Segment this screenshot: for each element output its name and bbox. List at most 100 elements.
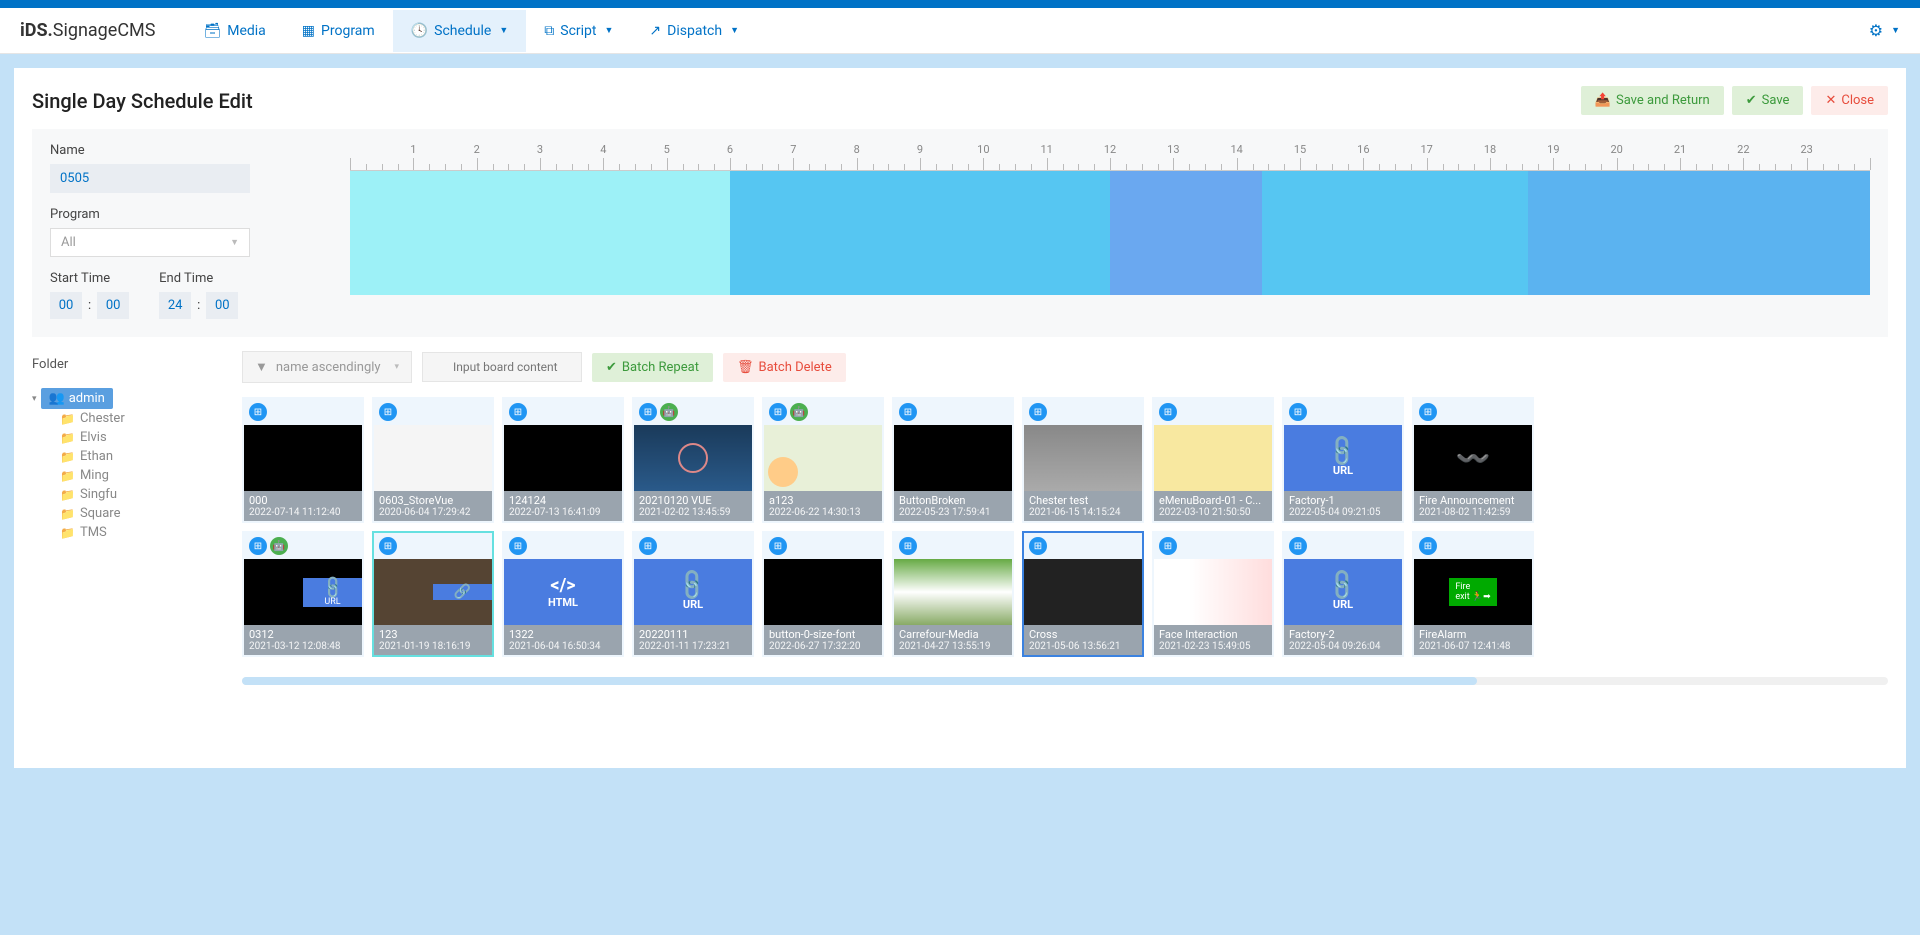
- timeline-block[interactable]: [730, 171, 1110, 295]
- card-badges: ⊞: [1154, 399, 1272, 425]
- program-select[interactable]: All▼: [50, 228, 250, 257]
- card-date: 2021-02-23 15:49:05: [1159, 641, 1267, 652]
- name-label: Name: [50, 143, 320, 158]
- nav-schedule-label: Schedule: [434, 23, 491, 39]
- close-button[interactable]: ✕Close: [1811, 86, 1888, 115]
- card-badges: ⊞🤖: [244, 533, 362, 559]
- tree-caret-icon[interactable]: ▾: [32, 394, 37, 404]
- end-hour-input[interactable]: [159, 292, 191, 319]
- batch-delete-button[interactable]: 🗑Batch Delete: [723, 353, 846, 382]
- start-min-input[interactable]: [97, 292, 129, 319]
- program-card[interactable]: ⊞🤖🔗URL03122021-03-12 12:08:48: [242, 531, 364, 657]
- program-card[interactable]: ⊞〰️Fire Announcement2021-08-02 11:42:59: [1412, 397, 1534, 523]
- windows-icon: ⊞: [769, 403, 787, 421]
- card-name: 124124: [509, 494, 617, 507]
- timeline-block[interactable]: [1262, 171, 1528, 295]
- brand-light: SignageCMS: [53, 20, 156, 41]
- program-card[interactable]: ⊞0002022-07-14 11:12:40: [242, 397, 364, 523]
- timeline-block[interactable]: [1528, 171, 1870, 295]
- program-card[interactable]: ⊞button-0-size-font2022-06-27 17:32:20: [762, 531, 884, 657]
- tree-child-square[interactable]: 📁Square: [60, 504, 222, 523]
- program-card[interactable]: ⊞0603_StoreVue2020-06-04 17:29:42: [372, 397, 494, 523]
- brand-logo[interactable]: iDS.SignageCMS: [20, 20, 155, 41]
- card-date: 2020-06-04 17:29:42: [379, 507, 487, 518]
- windows-icon: ⊞: [899, 537, 917, 555]
- card-date: 2021-06-15 14:15:24: [1029, 507, 1137, 518]
- horizontal-scrollbar[interactable]: [242, 677, 1888, 685]
- windows-icon: ⊞: [769, 537, 787, 555]
- start-hour-input[interactable]: [50, 292, 82, 319]
- tree-child-elvis[interactable]: 📁Elvis: [60, 428, 222, 447]
- nav-items: 🗃Media ▦Program 🕓Schedule▼ ⧉Script▼ ↗Dis…: [185, 10, 757, 52]
- program-card[interactable]: ⊞🔗1232021-01-19 18:16:19: [372, 531, 494, 657]
- chevron-down-icon[interactable]: ▼: [1891, 25, 1900, 36]
- tree-child-ethan[interactable]: 📁Ethan: [60, 447, 222, 466]
- ruler-hour-label: 15: [1294, 143, 1306, 156]
- program-card[interactable]: ⊞Cross2021-05-06 13:56:21: [1022, 531, 1144, 657]
- ruler-hour-label: 23: [1800, 143, 1812, 156]
- timeline-block[interactable]: [350, 171, 730, 295]
- ruler-hour-label: 18: [1484, 143, 1496, 156]
- navbar: iDS.SignageCMS 🗃Media ▦Program 🕓Schedule…: [0, 8, 1920, 54]
- program-card[interactable]: ⊞🤖 20210120 VUE2021-02-02 13:45:59: [632, 397, 754, 523]
- tree-root-admin[interactable]: 👥admin: [41, 388, 113, 409]
- folder-icon: 📁: [60, 488, 75, 502]
- gear-icon[interactable]: ⚙: [1869, 21, 1883, 40]
- card-info: 20210120 VUE2021-02-02 13:45:59: [634, 491, 752, 521]
- nav-schedule[interactable]: 🕓Schedule▼: [393, 10, 527, 52]
- program-card[interactable]: ⊞🔗URL202201112022-01-11 17:23:21: [632, 531, 754, 657]
- nav-program[interactable]: ▦Program: [284, 10, 393, 52]
- filter-icon: ▼: [255, 359, 268, 375]
- tree-child-ming[interactable]: 📁Ming: [60, 466, 222, 485]
- card-name: 1322: [509, 628, 617, 641]
- tree-child-tms[interactable]: 📁TMS: [60, 523, 222, 542]
- ruler-hour-label: 11: [1040, 143, 1052, 156]
- end-min-input[interactable]: [206, 292, 238, 319]
- save-return-button[interactable]: 📤Save and Return: [1581, 86, 1724, 115]
- card-badges: ⊞: [244, 399, 362, 425]
- chevron-down-icon: ▼: [230, 237, 239, 248]
- nav-media[interactable]: 🗃Media: [185, 10, 283, 52]
- name-input[interactable]: [50, 164, 250, 193]
- windows-icon: ⊞: [1159, 537, 1177, 555]
- timeline-block[interactable]: [1110, 171, 1262, 295]
- tree-child-singfu[interactable]: 📁Singfu: [60, 485, 222, 504]
- sort-select[interactable]: ▼name ascendingly ▾: [242, 351, 412, 383]
- program-card[interactable]: ⊞Fireexit 🏃➡FireAlarm2021-06-07 12:41:48: [1412, 531, 1534, 657]
- program-card[interactable]: ⊞Carrefour-Media2021-04-27 13:55:19: [892, 531, 1014, 657]
- nav-dispatch[interactable]: ↗Dispatch▼: [631, 10, 757, 52]
- folder-icon: 📁: [60, 469, 75, 483]
- card-date: 2021-05-06 13:56:21: [1029, 641, 1137, 652]
- folder-panel: Folder ▾ 👥admin 📁Chester📁Elvis📁Ethan📁Min…: [32, 351, 222, 685]
- program-card[interactable]: ⊞🔗URLFactory-22022-05-04 09:26:04: [1282, 531, 1404, 657]
- program-card[interactable]: ⊞eMenuBoard-01 - C...2022-03-10 21:50:50: [1152, 397, 1274, 523]
- program-card[interactable]: ⊞Face Interaction2021-02-23 15:49:05: [1152, 531, 1274, 657]
- program-card[interactable]: ⊞Chester test2021-06-15 14:15:24: [1022, 397, 1144, 523]
- windows-icon: ⊞: [1419, 537, 1437, 555]
- program-card[interactable]: ⊞🤖a1232022-06-22 14:30:13: [762, 397, 884, 523]
- card-date: 2022-05-04 09:21:05: [1289, 507, 1397, 518]
- tree-child-chester[interactable]: 📁Chester: [60, 409, 222, 428]
- windows-icon: ⊞: [639, 403, 657, 421]
- save-button[interactable]: ✔Save: [1732, 86, 1804, 115]
- ruler-hour-label: 12: [1104, 143, 1116, 156]
- program-card[interactable]: ⊞🔗URLFactory-12022-05-04 09:21:05: [1282, 397, 1404, 523]
- program-card[interactable]: ⊞</>HTML13222021-06-04 16:50:34: [502, 531, 624, 657]
- save-return-label: Save and Return: [1616, 93, 1710, 108]
- android-icon: 🤖: [660, 403, 678, 421]
- scrollbar-thumb[interactable]: [242, 677, 1477, 685]
- card-date: 2021-06-04 16:50:34: [509, 641, 617, 652]
- search-input[interactable]: [422, 352, 582, 382]
- program-card[interactable]: ⊞1241242022-07-13 16:41:09: [502, 397, 624, 523]
- windows-icon: ⊞: [379, 537, 397, 555]
- card-name: Carrefour-Media: [899, 628, 1007, 641]
- timeline[interactable]: 1234567891011121314151617181920212223: [350, 143, 1870, 319]
- windows-icon: ⊞: [1029, 537, 1047, 555]
- batch-repeat-button[interactable]: ✔Batch Repeat: [592, 353, 713, 382]
- ruler-hour-label: 4: [600, 143, 606, 156]
- timeline-blocks[interactable]: [350, 171, 1870, 295]
- program-card[interactable]: ⊞ButtonBroken2022-05-23 17:59:41: [892, 397, 1014, 523]
- ruler-hour-label: 9: [917, 143, 923, 156]
- windows-icon: ⊞: [1029, 403, 1047, 421]
- nav-script[interactable]: ⧉Script▼: [526, 10, 631, 52]
